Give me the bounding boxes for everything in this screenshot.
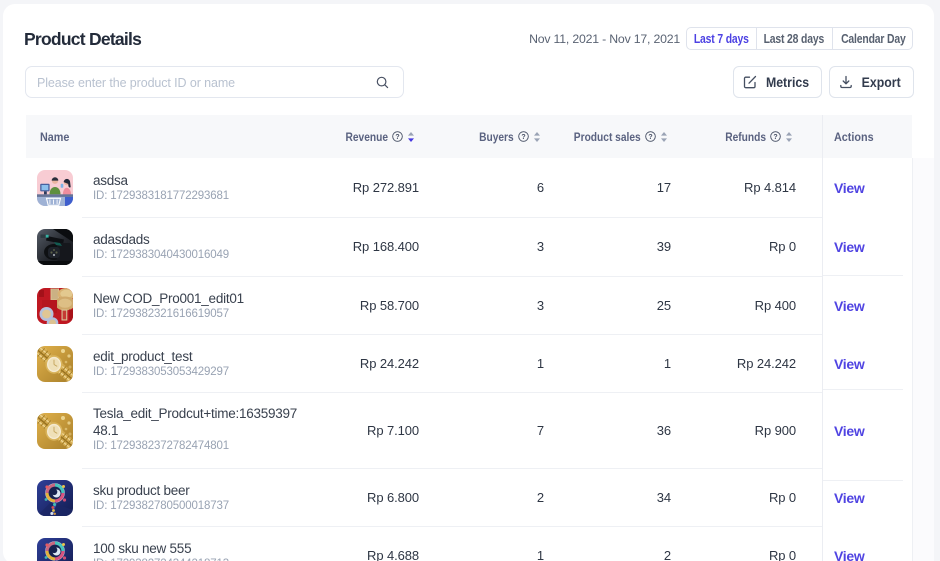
svg-text:?: ? [395, 134, 399, 141]
svg-text:?: ? [648, 134, 652, 141]
svg-text:?: ? [521, 134, 525, 141]
svg-text:?: ? [773, 134, 777, 141]
